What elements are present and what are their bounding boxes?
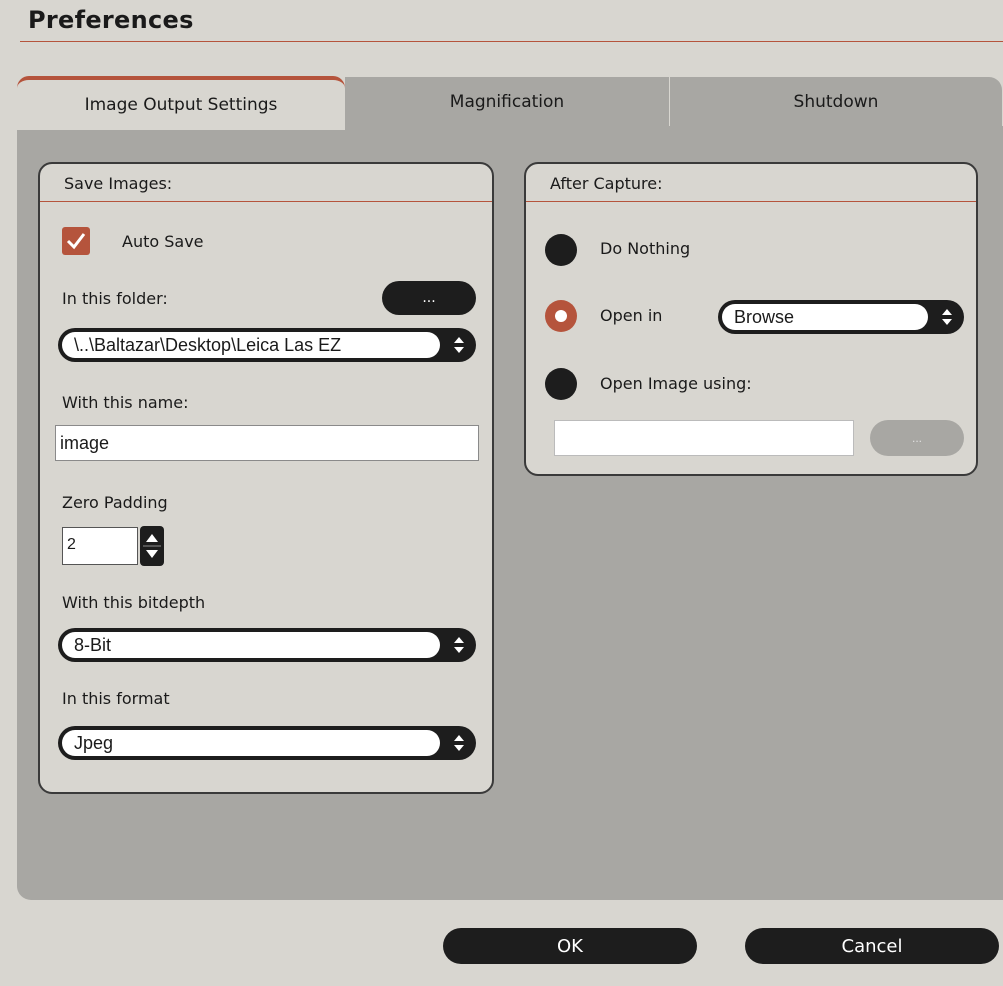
format-label: In this format — [62, 689, 170, 708]
tab-label: Shutdown — [793, 91, 879, 112]
name-label: With this name: — [62, 393, 189, 412]
tab-label: Image Output Settings — [84, 95, 278, 115]
bitdepth-select[interactable]: 8-Bit — [58, 628, 476, 662]
updown-arrow-icon — [942, 309, 952, 325]
folder-select[interactable]: \..\Baltazar\Desktop\Leica Las EZ — [58, 328, 476, 362]
bitdepth-select-value: 8-Bit — [62, 632, 440, 658]
tab-magnification[interactable]: Magnification — [344, 76, 670, 126]
tab-label: Magnification — [449, 91, 565, 112]
bitdepth-label: With this bitdepth — [62, 593, 206, 612]
updown-arrow-icon — [454, 637, 464, 653]
checkmark-icon — [66, 233, 86, 250]
format-select-value: Jpeg — [62, 730, 440, 756]
open-using-label: Open Image using: — [600, 374, 752, 393]
open-using-browse-button: ... — [870, 420, 964, 456]
title-divider — [20, 41, 1003, 42]
folder-select-value: \..\Baltazar\Desktop\Leica Las EZ — [62, 332, 440, 358]
stepper-arrows-icon — [143, 534, 161, 558]
zero-padding-stepper[interactable] — [140, 526, 164, 566]
format-select[interactable]: Jpeg — [58, 726, 476, 760]
window-title: Preferences — [28, 6, 194, 34]
auto-save-label: Auto Save — [122, 232, 204, 251]
folder-label: In this folder: — [62, 289, 168, 308]
radio-do-nothing[interactable] — [545, 234, 577, 266]
tab-image-output-settings[interactable]: Image Output Settings — [17, 76, 345, 130]
updown-arrow-icon — [454, 735, 464, 751]
zero-padding-field[interactable]: 2 — [62, 527, 138, 565]
tab-shutdown[interactable]: Shutdown — [669, 76, 1003, 126]
updown-arrow-icon — [454, 337, 464, 353]
folder-browse-button[interactable]: ... — [382, 281, 476, 315]
radio-open-in[interactable] — [545, 300, 577, 332]
after-capture-header: After Capture: — [526, 164, 976, 202]
do-nothing-label: Do Nothing — [600, 239, 691, 258]
name-input[interactable]: image — [55, 425, 479, 461]
cancel-button[interactable]: Cancel — [745, 928, 999, 964]
radio-open-using[interactable] — [545, 368, 577, 400]
save-images-header: Save Images: — [40, 164, 492, 202]
ok-button[interactable]: OK — [443, 928, 697, 964]
open-using-input[interactable] — [554, 420, 854, 456]
open-in-label: Open in — [600, 306, 663, 325]
open-in-select-value: Browse — [722, 304, 928, 330]
auto-save-checkbox[interactable] — [62, 227, 90, 255]
open-in-select[interactable]: Browse — [718, 300, 964, 334]
zero-padding-label: Zero Padding — [62, 493, 168, 512]
